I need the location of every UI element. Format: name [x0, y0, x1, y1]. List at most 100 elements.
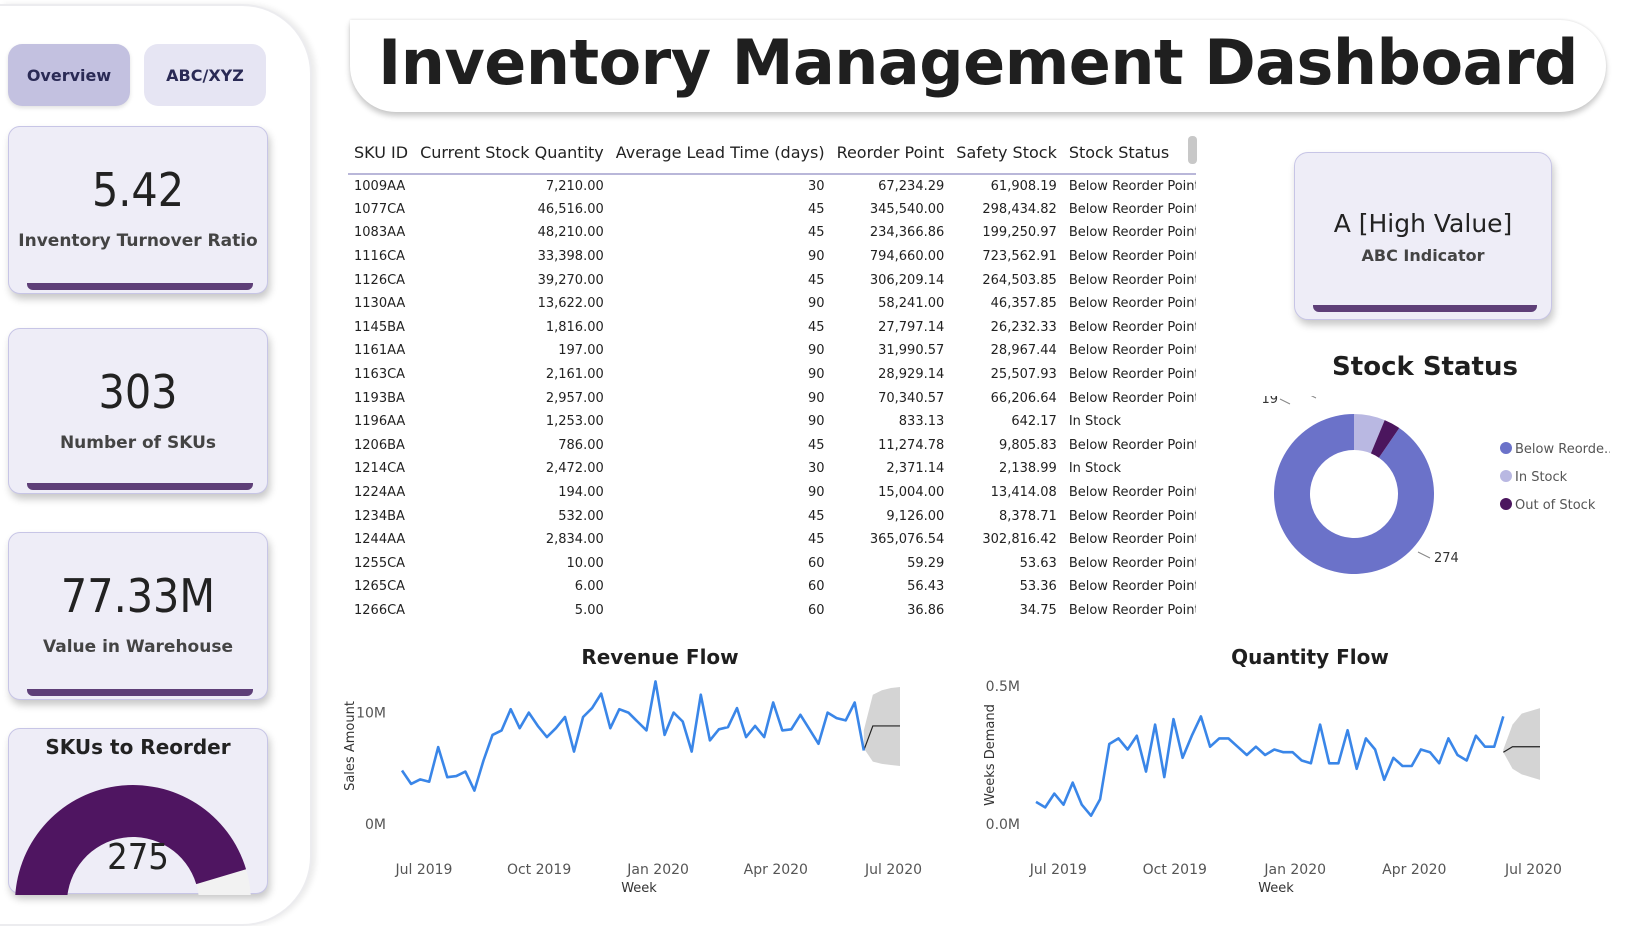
- table-row[interactable]: 1224AA 194.00 90 15,004.00 13,414.08 Below Re…: [348, 481, 1196, 505]
- x-tick-label: Jul 2019: [394, 862, 452, 878]
- table-row[interactable]: 1077CA 46,516.00 45 345,540.00 298,434.82 Bel…: [348, 198, 1196, 222]
- table-row[interactable]: 1163CA 2,161.00 90 28,929.14 25,507.93 Below …: [348, 363, 1196, 387]
- kpi-accent-bar: [27, 483, 253, 490]
- table-cell: 45: [808, 225, 825, 241]
- page-title: Inventory Management Dashboard: [378, 26, 1578, 99]
- table-row[interactable]: 1083AA 48,210.00 45 234,366.86 199,250.97 Bel…: [348, 221, 1196, 245]
- quantity-flow-chart: 0.0M 0.5M Jul 2019 Oct 2019 Jan 2020 Apr 2020…: [983, 679, 1562, 896]
- column-header[interactable]: Average Lead Time (days): [609, 132, 831, 175]
- x-tick-label: Jul 2020: [864, 862, 922, 878]
- stock-status-donut: 274 19 10 Below Reorde... In Stock Out of Sto…: [1261, 396, 1610, 574]
- table-cell: 90: [808, 485, 825, 501]
- sku-table[interactable]: SKU ID Current Stock Quantity Average Le…: [348, 132, 1196, 622]
- table-cell: 31,990.57: [878, 343, 945, 359]
- table-cell: Below Reorder Point: [1068, 225, 1196, 241]
- y-axis-title: Sales Amount: [343, 701, 358, 791]
- y-tick-label: 0.0M: [986, 817, 1020, 833]
- table-cell: 532.00: [558, 508, 604, 524]
- table-row[interactable]: 1196AA 1,253.00 90 833.13 642.17 In Stock: [348, 410, 1196, 434]
- table-scrollbar[interactable]: [1188, 136, 1197, 164]
- table-cell: 28,929.14: [878, 367, 945, 383]
- table-cell: 9,805.83: [998, 437, 1057, 453]
- donut-data-label: 10: [1285, 396, 1302, 399]
- table-cell: 90: [808, 367, 825, 383]
- x-tick-label: Apr 2020: [1382, 862, 1446, 878]
- table-row[interactable]: 1126CA 39,270.00 45 306,209.14 264,503.85 Bel…: [348, 268, 1196, 292]
- table-cell: 1130AA: [354, 296, 406, 312]
- table-cell: 9,126.00: [886, 508, 945, 524]
- table-cell: 1244AA: [354, 532, 406, 548]
- table-cell: 2,371.14: [886, 461, 945, 477]
- table-row[interactable]: 1193BA 2,957.00 90 70,340.57 66,206.64 Below …: [348, 386, 1196, 410]
- kpi-value-skus: 303: [98, 365, 178, 419]
- table-cell: 2,957.00: [545, 390, 604, 406]
- table-cell: 1116CA: [354, 249, 406, 265]
- table-cell: 833.13: [898, 414, 945, 430]
- kpi-accent-bar: [27, 689, 253, 696]
- column-header[interactable]: Stock Status: [1062, 132, 1196, 175]
- table-row[interactable]: 1161AA 197.00 90 31,990.57 28,967.44 Below Re…: [348, 339, 1196, 363]
- kpi-accent-bar: [27, 283, 253, 290]
- table-cell: 2,161.00: [545, 367, 604, 383]
- kpi-label-skus: Number of SKUs: [59, 433, 217, 453]
- table-cell: 67,234.29: [878, 178, 945, 194]
- table-row[interactable]: 1145BA 1,816.00 45 27,797.14 26,232.33 Below …: [348, 316, 1196, 340]
- table-cell: 66,206.64: [990, 390, 1057, 406]
- stock-status-title: Stock Status: [1332, 352, 1518, 382]
- kpi-value-warehouse: 77.33M: [60, 569, 216, 623]
- table-row[interactable]: 1255CA 10.00 60 59.29 53.63 Below Reorder Poi…: [348, 552, 1196, 576]
- table-row[interactable]: 1214CA 2,472.00 30 2,371.14 2,138.99 In Stock: [348, 457, 1196, 481]
- x-tick-label: Jul 2019: [1029, 862, 1087, 878]
- table-cell: 298,434.82: [982, 201, 1057, 217]
- table-cell: 11,274.78: [878, 437, 945, 453]
- table-cell: 30: [808, 461, 825, 477]
- table-cell: 60: [808, 602, 825, 618]
- table-cell: 90: [808, 390, 825, 406]
- table-row[interactable]: 1009AA 7,210.00 30 67,234.29 61,908.19 Below …: [348, 174, 1196, 198]
- table-cell: 1255CA: [354, 555, 406, 571]
- table-cell: 306,209.14: [869, 272, 945, 288]
- column-header[interactable]: Reorder Point: [830, 132, 951, 175]
- table-cell: Below Reorder Point: [1068, 532, 1196, 548]
- column-header[interactable]: Current Stock Quantity: [414, 132, 610, 175]
- table-row[interactable]: 1116CA 33,398.00 90 794,660.00 723,562.91 Bel…: [348, 245, 1196, 269]
- tab-overview[interactable]: Overview: [8, 44, 130, 106]
- table-row[interactable]: 1130AA 13,622.00 90 58,241.00 46,357.85 Below…: [348, 292, 1196, 316]
- table-cell: Below Reorder Point: [1068, 201, 1196, 217]
- table-cell: 45: [808, 319, 825, 335]
- table-cell: 90: [808, 249, 825, 265]
- table-row[interactable]: 1265CA 6.00 60 56.43 53.36 Below Reorder Poin…: [348, 575, 1196, 599]
- table-cell: 10.00: [566, 555, 604, 571]
- table-row[interactable]: 1244AA 2,834.00 45 365,076.54 302,816.42 Belo…: [348, 528, 1196, 552]
- forecast-band: [1503, 708, 1540, 780]
- table-cell: 1214CA: [354, 461, 406, 477]
- table-cell: 45: [808, 437, 825, 453]
- table-row[interactable]: 1266CA 5.00 60 36.86 34.75 Below Reorder Poin…: [348, 599, 1196, 622]
- table-cell: 197.00: [558, 343, 604, 359]
- table-cell: 61,908.19: [990, 178, 1057, 194]
- table-cell: 1,816.00: [545, 319, 604, 335]
- x-tick-label: Oct 2019: [1143, 862, 1207, 878]
- table-cell: 199,250.97: [982, 225, 1057, 241]
- table-row[interactable]: 1234BA 532.00 45 9,126.00 8,378.71 Below Reor…: [348, 504, 1196, 528]
- x-tick-label: Oct 2019: [507, 862, 571, 878]
- table-cell: 45: [808, 508, 825, 524]
- donut-leader-line: [1310, 396, 1317, 399]
- x-tick-label: Jan 2020: [1263, 862, 1326, 878]
- column-header[interactable]: SKU ID: [348, 132, 415, 175]
- series-line: [1035, 715, 1505, 817]
- kpi-label-warehouse: Value in Warehouse: [43, 637, 233, 657]
- kpi-label-turnover: Inventory Turnover Ratio: [18, 231, 258, 251]
- revenue-flow-chart: 0M 10M Jul 2019 Oct 2019 Jan 2020 Apr 2020 Jul…: [343, 680, 922, 896]
- table-cell: 60: [808, 579, 825, 595]
- column-header[interactable]: Safety Stock: [950, 132, 1063, 175]
- series-line: [400, 680, 866, 792]
- table-cell: 1126CA: [354, 272, 406, 288]
- x-axis-title: Week: [621, 881, 657, 896]
- table-cell: 786.00: [558, 437, 604, 453]
- table-row[interactable]: 1206BA 786.00 45 11,274.78 9,805.83 Below Reo…: [348, 434, 1196, 458]
- tab-abc-xyz[interactable]: ABC/XYZ: [144, 44, 266, 106]
- table-cell: Below Reorder Point: [1068, 579, 1196, 595]
- table-cell: 58,241.00: [878, 296, 945, 312]
- table-cell: In Stock: [1068, 461, 1122, 477]
